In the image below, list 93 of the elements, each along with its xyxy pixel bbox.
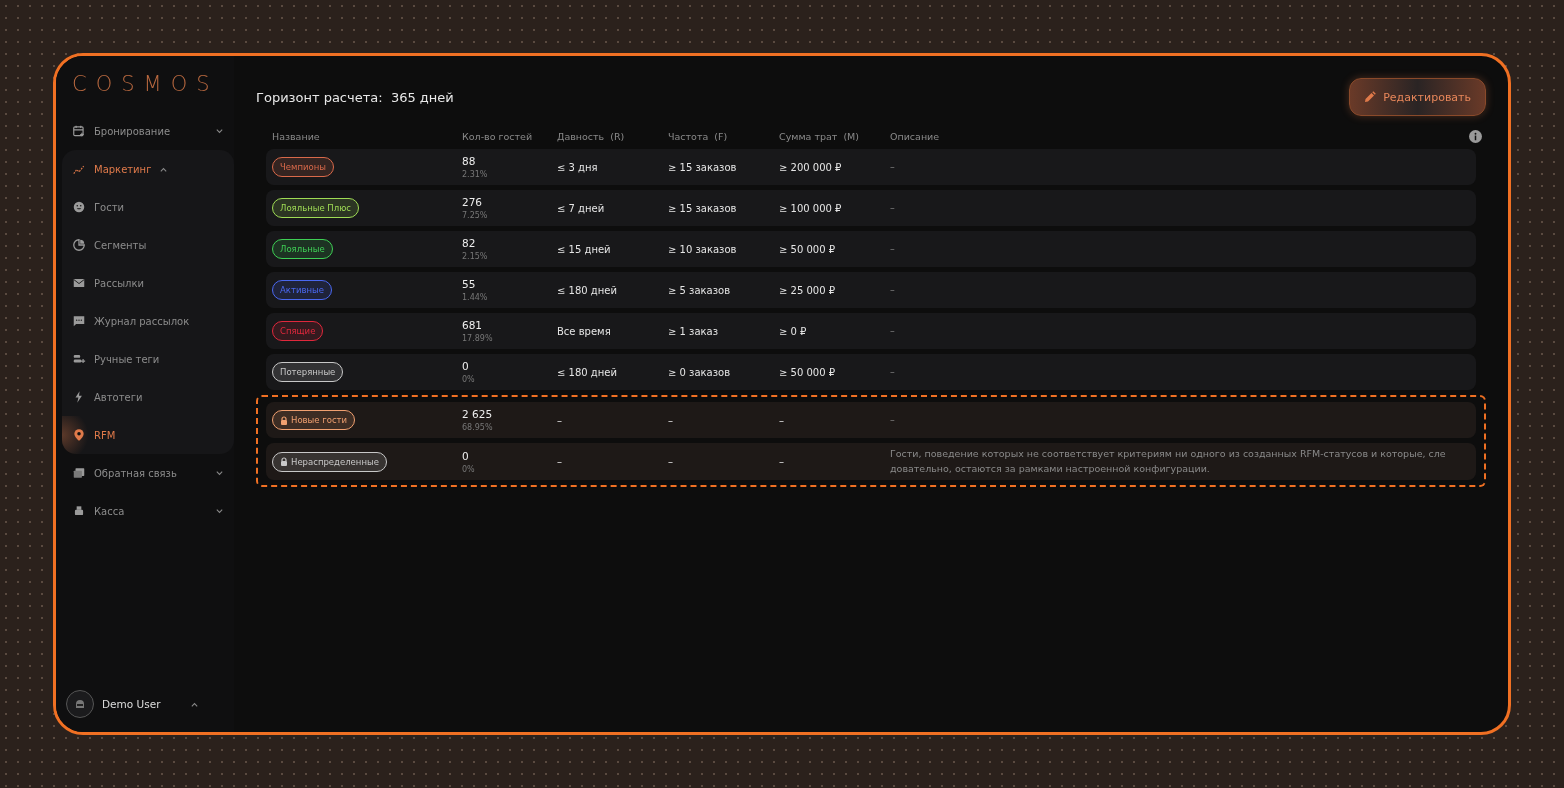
segment-tag: Чемпионы — [272, 157, 335, 177]
frequency-cell-text: ≥ 5 заказов — [668, 284, 732, 296]
recency-cell-text: ≤ 3 дня — [557, 161, 599, 173]
nav-icon — [72, 352, 86, 366]
guest-count: 276 — [462, 196, 484, 208]
nav-subitem[interactable]: Гости — [62, 188, 135, 226]
pencil-icon — [1364, 91, 1377, 103]
chevron-icon[interactable] — [215, 506, 224, 516]
monetary-cell-text: ≥ 25 000 ₽ — [779, 284, 837, 296]
frequency-cell-text: ≥ 10 заказов — [668, 243, 738, 255]
guest-share: 2.15% — [462, 252, 489, 261]
guest-count: 681 — [462, 319, 484, 331]
page-title: Горизонт расчета: 365 дней — [256, 89, 454, 105]
edit-button[interactable]: Редактировать — [1349, 78, 1486, 116]
nav-icon — [72, 466, 86, 480]
nav-icon — [72, 504, 86, 518]
nav-icon — [72, 238, 86, 252]
description-cell-text: – — [890, 364, 896, 379]
segment-tag: Активные — [272, 280, 332, 300]
nav-item[interactable]: Маркетинг — [62, 150, 179, 188]
guest-share: 0% — [462, 464, 476, 474]
column-header: Описание — [890, 131, 941, 142]
nav-item[interactable]: Касса — [62, 492, 234, 530]
guest-count: 2 625 — [462, 408, 494, 420]
segment-tag: Спящие — [272, 321, 324, 341]
description-cell-text: – — [890, 323, 896, 338]
avatar-icon[interactable] — [66, 690, 94, 718]
guest-share: 17.89% — [462, 334, 494, 343]
guest-share: 1.44% — [462, 293, 489, 302]
nav-icon — [72, 200, 86, 214]
segment-tag: Лояльные — [272, 239, 333, 259]
description-cell-text: – — [890, 200, 896, 215]
frequency-cell-text: ≥ 1 заказ — [668, 325, 720, 337]
description-cell-text: – — [890, 159, 896, 174]
description-cell-text: Гости, поведение которых не соответствует критериям ни одного из созданных RFM-статусов и которые, следовательно, остаются за рамками настроенной конфигурации. — [890, 447, 1447, 476]
nav-subitem[interactable]: Сегменты — [62, 226, 157, 264]
frequency-cell-text: – — [668, 456, 674, 468]
guest-count: 0 — [462, 360, 470, 372]
user-name[interactable]: Demo User — [102, 698, 182, 710]
nav-subitem[interactable]: Рассылки — [62, 264, 154, 302]
guest-share: 7.25% — [462, 211, 489, 220]
lock-icon — [280, 457, 288, 467]
segment-tag: Потерянные — [272, 362, 344, 382]
monetary-cell-text: – — [779, 456, 785, 468]
monetary-cell-text: ≥ 200 000 ₽ — [779, 161, 843, 173]
column-header: Название — [272, 131, 321, 142]
logo: COSMOS — [71, 71, 220, 98]
guest-share: 2.31% — [462, 170, 489, 179]
monetary-cell-text: ≥ 50 000 ₽ — [779, 243, 837, 255]
chevron-icon[interactable] — [215, 126, 224, 136]
monetary-cell-text: ≥ 100 000 ₽ — [779, 202, 843, 214]
segment-tag: Новые гости — [272, 410, 356, 430]
monetary-cell-text: ≥ 0 ₽ — [779, 325, 808, 337]
recency-cell-text: – — [557, 414, 563, 426]
column-header: Сумма трат (M) — [779, 131, 860, 142]
segment-tag: Нераспределенные — [272, 451, 387, 472]
nav-subitem[interactable]: Журнал рассылок — [62, 302, 200, 340]
recency-cell-text: ≤ 180 дней — [557, 366, 618, 378]
recency-cell-text: ≤ 15 дней — [557, 243, 612, 255]
nav-icon — [72, 314, 86, 328]
recency-cell-text: – — [557, 456, 563, 468]
guest-count: 55 — [462, 278, 477, 290]
segment-tag: Лояльные Плюс — [272, 198, 359, 218]
nav-subitem[interactable]: Ручные теги — [62, 340, 170, 378]
guest-count: 0 — [462, 449, 470, 462]
frequency-cell-text: ≥ 15 заказов — [668, 202, 738, 214]
nav-item[interactable]: Бронирование — [62, 112, 234, 150]
recency-cell-text: Все время — [557, 325, 612, 337]
frequency-cell-text: ≥ 0 заказов — [668, 366, 732, 378]
guest-share: 68.95% — [462, 423, 494, 432]
monetary-cell-text: ≥ 50 000 ₽ — [779, 366, 837, 378]
nav-subitem[interactable]: Автотеги — [62, 378, 153, 416]
description-cell-text: – — [890, 412, 896, 427]
recency-cell-text: ≤ 180 дней — [557, 284, 618, 296]
nav-icon — [72, 276, 86, 290]
column-header: Давность (R) — [557, 131, 626, 142]
guest-count: 88 — [462, 155, 477, 167]
nav-item[interactable]: Обратная связь — [62, 454, 234, 492]
nav-icon — [72, 124, 86, 138]
chevron-icon[interactable] — [215, 468, 224, 478]
description-cell-text: – — [890, 241, 896, 256]
guest-count: 82 — [462, 237, 477, 249]
column-header: Кол-во гостей — [462, 131, 534, 142]
info-icon[interactable] — [1469, 130, 1482, 143]
description-cell-text: – — [890, 282, 896, 297]
column-header: Частота (F) — [668, 131, 729, 142]
frequency-cell-text: ≥ 15 заказов — [668, 161, 738, 173]
monetary-cell-text: – — [779, 414, 785, 426]
nav-icon — [72, 428, 86, 442]
guest-share: 0% — [462, 375, 476, 384]
recency-cell-text: ≤ 7 дней — [557, 202, 606, 214]
frequency-cell-text: – — [668, 414, 674, 426]
lock-icon — [280, 415, 288, 425]
